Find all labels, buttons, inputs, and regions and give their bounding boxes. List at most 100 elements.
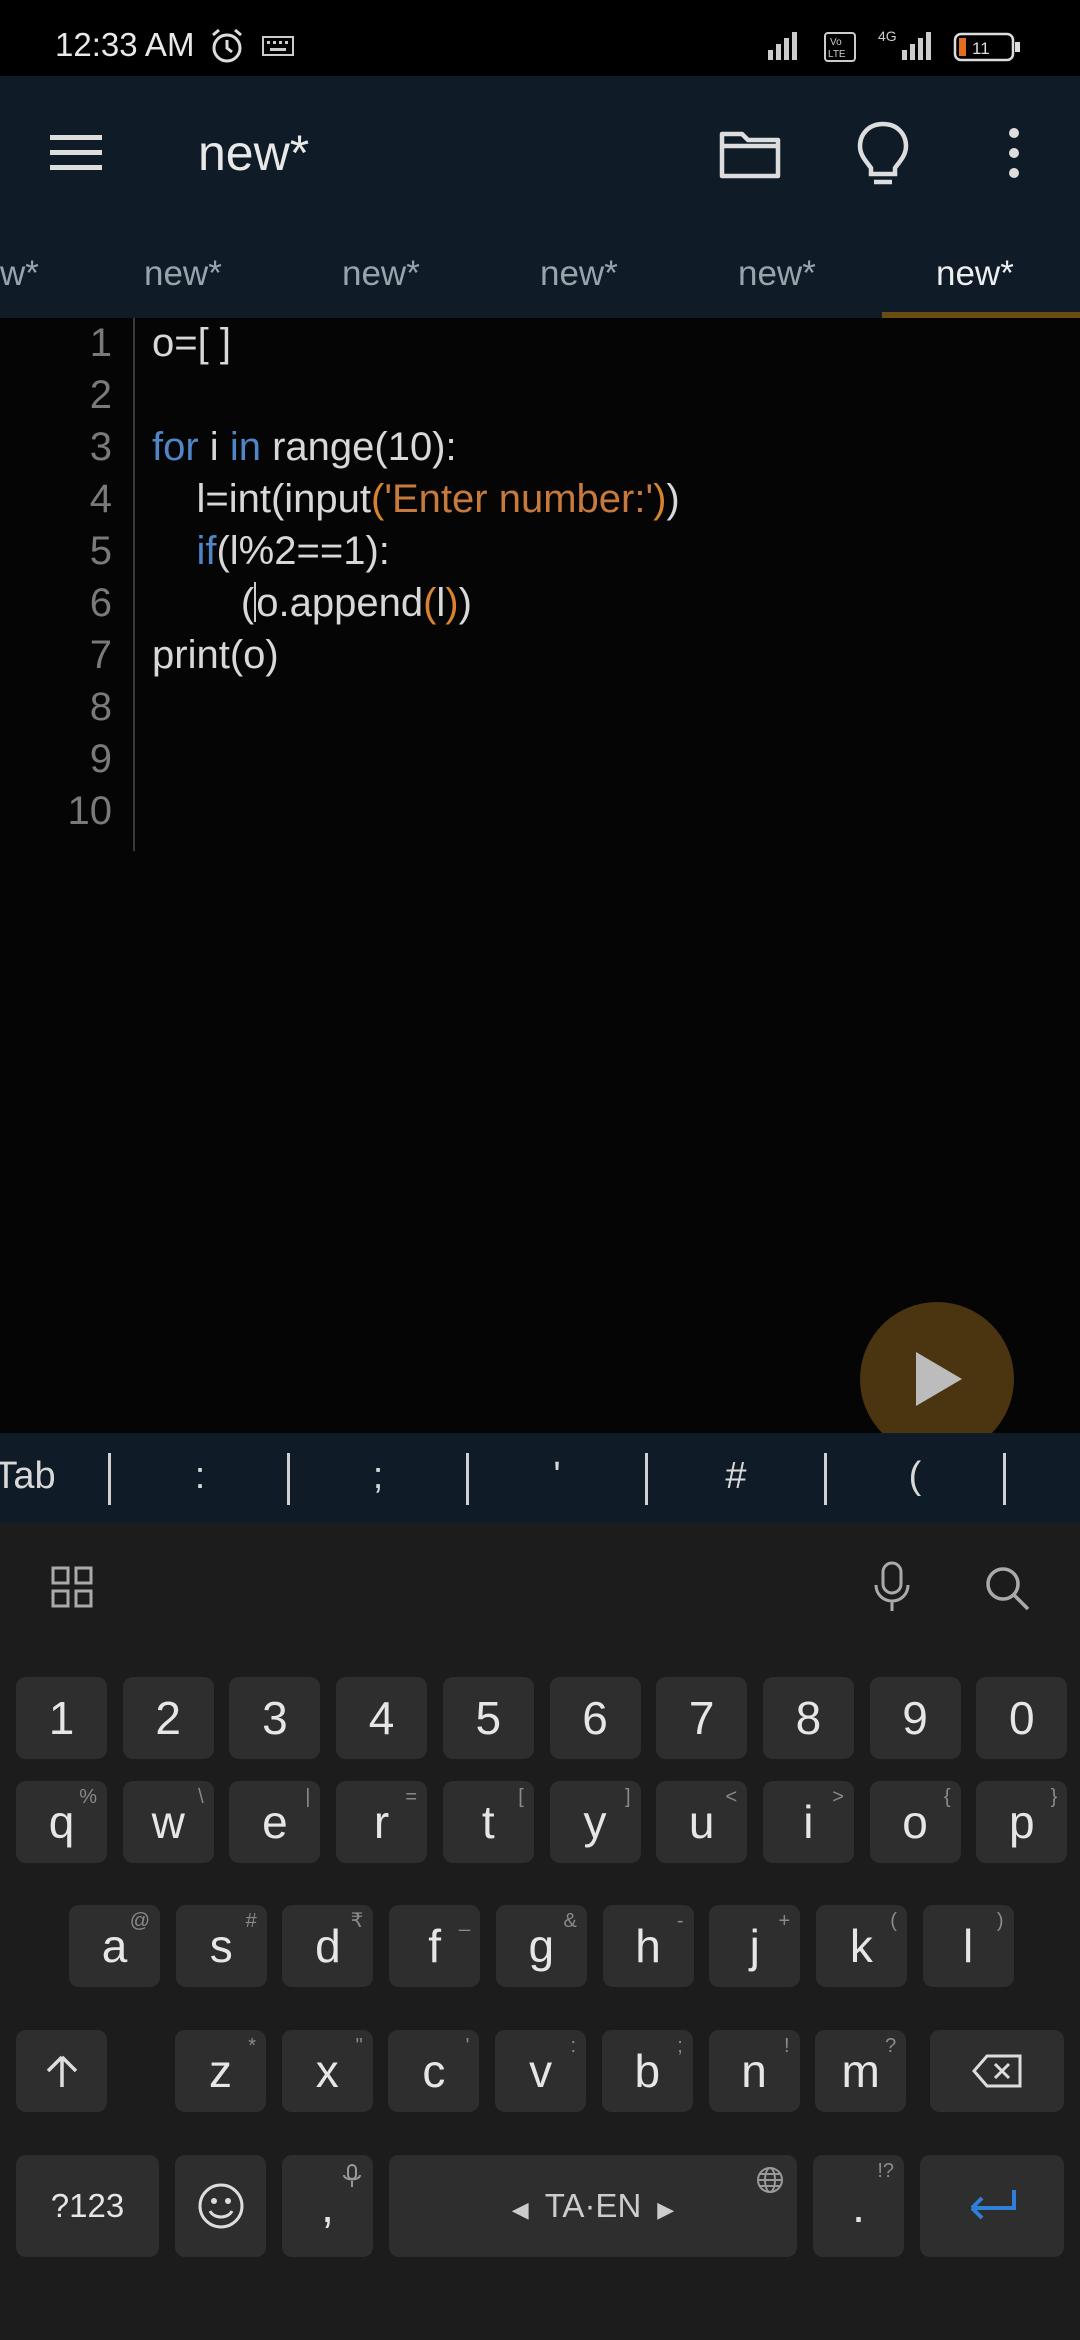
key-p[interactable]: p}	[976, 1781, 1068, 1863]
key-label: f	[428, 1920, 441, 1972]
right-arrow-icon: ▶	[657, 2197, 675, 2222]
symbol-colon[interactable]: :	[150, 1455, 250, 1498]
symbol-hash[interactable]: #	[686, 1455, 786, 1498]
key-m[interactable]: m?	[815, 2030, 907, 2112]
key-hint: "	[355, 2035, 363, 2057]
key-label: p	[1009, 1796, 1035, 1848]
code-line-6: (o.append(l))	[152, 581, 472, 625]
tab-2[interactable]: new*	[144, 254, 222, 294]
key-a[interactable]: a @	[69, 1905, 160, 1987]
key-label: x	[315, 2045, 339, 2097]
symbol-paren[interactable]: (	[865, 1455, 965, 1498]
key-u[interactable]: u <	[656, 1781, 748, 1863]
shift-icon	[46, 2055, 77, 2087]
key-h[interactable]: h-	[602, 1905, 694, 1987]
key-s[interactable]: s #	[175, 1905, 267, 1987]
search-icon[interactable]	[982, 1563, 1032, 1613]
key-b[interactable]: b;	[601, 2030, 693, 2112]
key-label: s	[209, 1920, 233, 1972]
key-label: l	[962, 1920, 974, 1972]
symbol-divider	[287, 1453, 290, 1505]
period-key[interactable]: . !?	[813, 2155, 904, 2257]
lightbulb-icon[interactable]	[850, 116, 916, 192]
comma-key[interactable]: ,	[282, 2155, 373, 2257]
key-label: 1	[48, 1692, 75, 1744]
key-x[interactable]: x "	[281, 2030, 373, 2112]
key-8[interactable]: 8	[762, 1677, 854, 1759]
globe-icon	[757, 2167, 783, 2193]
key-hint: *	[248, 2035, 256, 2057]
key-2[interactable]: 2	[122, 1677, 214, 1759]
key-hint: ?	[885, 2035, 897, 2057]
symbols-key[interactable]: ?123	[16, 2155, 159, 2257]
code-editor[interactable]: 1 2 3 4 5 6 7 8 9 10 o=[ ] for i in rang…	[0, 318, 1080, 1433]
key-k[interactable]: k(	[815, 1905, 907, 1987]
tab-1[interactable]: w*	[0, 254, 39, 294]
key-w[interactable]: w \	[122, 1781, 214, 1863]
space-key[interactable]: ◀ TA·EN ▶	[389, 2155, 797, 2257]
folder-icon[interactable]	[712, 118, 788, 188]
key-1[interactable]: 1	[16, 1677, 107, 1759]
key-c[interactable]: c '	[388, 2030, 480, 2112]
key-n[interactable]: n!	[708, 2030, 800, 2112]
symbol-divider	[466, 1453, 469, 1505]
key-y[interactable]: y]	[549, 1781, 641, 1863]
key-label: g	[528, 1920, 555, 1972]
emoji-key[interactable]	[175, 2155, 266, 2257]
line-number: 7	[89, 633, 112, 677]
key-label: j	[749, 1920, 760, 1972]
tab-5[interactable]: new*	[738, 254, 816, 294]
key-r[interactable]: r =	[336, 1781, 428, 1863]
tab-4[interactable]: new*	[540, 254, 618, 294]
key-t[interactable]: t[	[442, 1781, 534, 1863]
key-label: 4	[368, 1692, 395, 1744]
key-hint: ₹	[350, 1910, 364, 1932]
menu-icon[interactable]	[40, 121, 112, 185]
tab-3[interactable]: new*	[342, 254, 420, 294]
symbol-semicolon[interactable]: ;	[328, 1455, 428, 1498]
shift-key[interactable]	[16, 2030, 107, 2112]
key-v[interactable]: v:	[495, 2030, 587, 2112]
key-l[interactable]: l)	[922, 1905, 1014, 1987]
enter-key[interactable]	[920, 2155, 1064, 2257]
more-options-icon[interactable]	[996, 118, 1032, 188]
key-z[interactable]: z *	[175, 2030, 266, 2112]
key-label: a	[101, 1920, 128, 1972]
key-0[interactable]: 0	[976, 1677, 1068, 1759]
key-d[interactable]: d ₹	[282, 1905, 374, 1987]
symbol-bar: Tab : ; ' # (	[0, 1433, 1080, 1523]
key-o[interactable]: o{	[869, 1781, 961, 1863]
key-label: 6	[582, 1692, 608, 1744]
microphone-icon[interactable]	[870, 1559, 914, 1615]
code-line-5: if(l%2==1):	[196, 529, 390, 573]
line-number: 1	[89, 321, 112, 365]
key-9[interactable]: 9	[869, 1677, 961, 1759]
key-label: w	[151, 1796, 185, 1848]
key-label: e	[262, 1796, 288, 1848]
key-e[interactable]: e |	[229, 1781, 321, 1863]
key-hint: |	[305, 1786, 311, 1808]
svg-text:Vo: Vo	[830, 37, 842, 48]
key-3[interactable]: 3	[229, 1677, 321, 1759]
key-i[interactable]: i >	[762, 1781, 854, 1863]
tab-6-active[interactable]: new*	[936, 254, 1014, 294]
backspace-key[interactable]	[930, 2030, 1064, 2112]
key-j[interactable]: j +	[709, 1905, 801, 1987]
signal-icon	[768, 32, 797, 60]
key-hint: !	[783, 2035, 790, 2057]
key-f[interactable]: f _	[389, 1905, 481, 1987]
gutter-divider	[133, 318, 135, 851]
symbol-quote[interactable]: '	[507, 1455, 607, 1498]
key-7[interactable]: 7	[656, 1677, 748, 1759]
key-6[interactable]: 6	[549, 1677, 641, 1759]
key-4[interactable]: 4	[336, 1677, 428, 1759]
enter-icon	[970, 2190, 1016, 2220]
code-line-7: print(o)	[152, 633, 279, 677]
key-5[interactable]: 5	[442, 1677, 534, 1759]
key-g[interactable]: g &	[495, 1905, 587, 1987]
key-label: m	[841, 2045, 880, 2097]
key-q[interactable]: q%	[16, 1781, 107, 1863]
apps-grid-icon[interactable]	[50, 1565, 94, 1609]
line-number: 8	[89, 685, 112, 729]
symbol-tab[interactable]: Tab	[0, 1455, 75, 1498]
